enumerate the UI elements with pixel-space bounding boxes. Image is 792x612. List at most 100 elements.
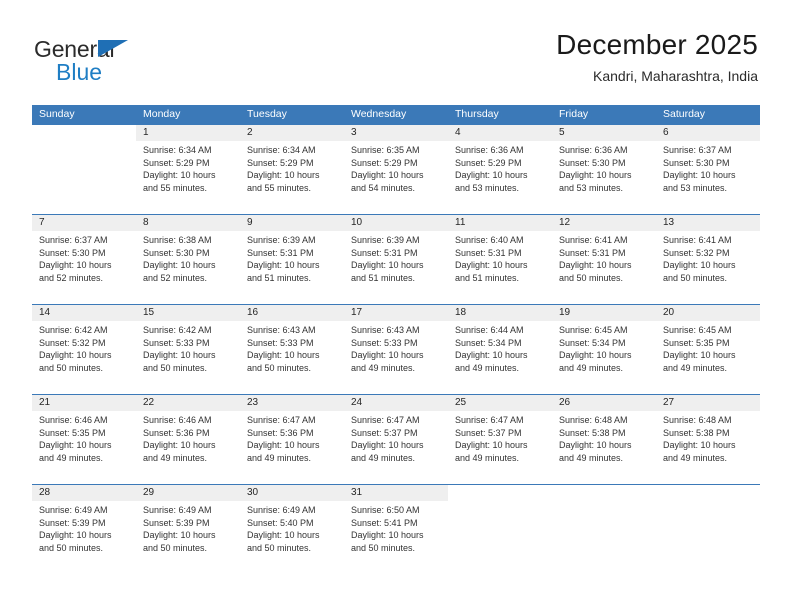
day-cell[interactable]: Sunrise: 6:49 AM Sunset: 5:39 PM Daylight:… [32,501,136,567]
day-cell[interactable]: Sunrise: 6:41 AM Sunset: 5:31 PM Daylight:… [552,231,656,297]
day-number[interactable]: 31 [344,485,448,501]
sunrise-text: Sunrise: 6:48 AM [559,415,628,425]
daylight-text-line2: and 53 minutes. [455,182,520,193]
day-number[interactable]: 21 [32,395,136,411]
sunset-text: Sunset: 5:29 PM [143,157,210,168]
day-number[interactable]: 5 [552,125,656,141]
day-number[interactable]: 10 [344,215,448,231]
day-cell[interactable]: Sunrise: 6:34 AM Sunset: 5:29 PM Daylight:… [136,141,240,207]
day-number[interactable]: 9 [240,215,344,231]
sunset-text: Sunset: 5:38 PM [663,427,730,438]
day-number[interactable]: 28 [32,485,136,501]
sunset-text: Sunset: 5:35 PM [663,337,730,348]
calendar-page: General Blue December 2025 Kandri, Mahar… [0,0,792,612]
day-number[interactable]: 6 [656,125,760,141]
week-gap-cell [344,207,448,214]
day-number[interactable]: 2 [240,125,344,141]
day-number[interactable]: 3 [344,125,448,141]
day-number[interactable]: 16 [240,305,344,321]
day-cell[interactable]: Sunrise: 6:43 AM Sunset: 5:33 PM Daylight:… [344,321,448,387]
day-cell[interactable]: Sunrise: 6:41 AM Sunset: 5:32 PM Daylight:… [656,231,760,297]
sunrise-text: Sunrise: 6:49 AM [247,505,316,515]
day-number-row: 123456 [32,125,760,141]
day-cell[interactable]: Sunrise: 6:48 AM Sunset: 5:38 PM Daylight:… [552,411,656,477]
day-number[interactable]: 24 [344,395,448,411]
week-gap-cell [136,477,240,484]
day-cell[interactable]: Sunrise: 6:45 AM Sunset: 5:34 PM Daylight:… [552,321,656,387]
day-number[interactable]: 15 [136,305,240,321]
daylight-text-line2: and 50 minutes. [143,362,208,373]
daylight-text-line1: Daylight: 10 hours [351,440,424,451]
day-detail-row: Sunrise: 6:46 AM Sunset: 5:35 PM Daylight:… [32,411,760,477]
daylight-text-line2: and 50 minutes. [559,272,624,283]
day-number[interactable]: 12 [552,215,656,231]
sunset-text: Sunset: 5:35 PM [39,427,106,438]
daylight-text-line2: and 49 minutes. [351,362,416,373]
sunset-text: Sunset: 5:39 PM [39,517,106,528]
day-cell[interactable]: Sunrise: 6:44 AM Sunset: 5:34 PM Daylight:… [448,321,552,387]
day-cell[interactable]: Sunrise: 6:36 AM Sunset: 5:29 PM Daylight:… [448,141,552,207]
weekday-header-wednesday: Wednesday [344,105,448,124]
day-cell[interactable]: Sunrise: 6:34 AM Sunset: 5:29 PM Daylight:… [240,141,344,207]
day-cell[interactable]: Sunrise: 6:46 AM Sunset: 5:35 PM Daylight:… [32,411,136,477]
day-cell[interactable]: Sunrise: 6:47 AM Sunset: 5:37 PM Daylight:… [344,411,448,477]
daylight-text-line1: Daylight: 10 hours [455,440,528,451]
week-gap-cell [240,297,344,304]
day-cell[interactable]: Sunrise: 6:37 AM Sunset: 5:30 PM Daylight:… [32,231,136,297]
daylight-text-line1: Daylight: 10 hours [247,440,320,451]
day-number[interactable]: 22 [136,395,240,411]
week-gap-cell [344,387,448,394]
day-cell[interactable]: Sunrise: 6:38 AM Sunset: 5:30 PM Daylight:… [136,231,240,297]
day-number[interactable]: 1 [136,125,240,141]
day-cell[interactable]: Sunrise: 6:39 AM Sunset: 5:31 PM Daylight:… [240,231,344,297]
day-number[interactable]: 26 [552,395,656,411]
day-number[interactable]: 17 [344,305,448,321]
day-cell[interactable]: Sunrise: 6:36 AM Sunset: 5:30 PM Daylight:… [552,141,656,207]
daylight-text-line1: Daylight: 10 hours [663,170,736,181]
page-subtitle: Kandri, Maharashtra, India [593,68,758,84]
day-cell[interactable]: Sunrise: 6:40 AM Sunset: 5:31 PM Daylight:… [448,231,552,297]
day-number[interactable]: 25 [448,395,552,411]
day-cell[interactable]: Sunrise: 6:49 AM Sunset: 5:40 PM Daylight:… [240,501,344,567]
day-cell[interactable]: Sunrise: 6:37 AM Sunset: 5:30 PM Daylight:… [656,141,760,207]
day-number[interactable]: 11 [448,215,552,231]
day-cell[interactable]: Sunrise: 6:47 AM Sunset: 5:36 PM Daylight:… [240,411,344,477]
day-cell[interactable]: Sunrise: 6:42 AM Sunset: 5:32 PM Daylight:… [32,321,136,387]
day-number[interactable]: 23 [240,395,344,411]
day-cell[interactable]: Sunrise: 6:39 AM Sunset: 5:31 PM Daylight:… [344,231,448,297]
sunset-text: Sunset: 5:32 PM [663,247,730,258]
day-cell[interactable]: Sunrise: 6:45 AM Sunset: 5:35 PM Daylight:… [656,321,760,387]
day-number[interactable]: 19 [552,305,656,321]
daylight-text-line1: Daylight: 10 hours [247,260,320,271]
sunset-text: Sunset: 5:34 PM [455,337,522,348]
day-cell[interactable]: Sunrise: 6:49 AM Sunset: 5:39 PM Daylight:… [136,501,240,567]
daylight-text-line1: Daylight: 10 hours [455,350,528,361]
day-number[interactable]: 7 [32,215,136,231]
daylight-text-line1: Daylight: 10 hours [351,350,424,361]
day-cell-empty [656,501,760,567]
daylight-text-line1: Daylight: 10 hours [143,530,216,541]
day-number[interactable]: 20 [656,305,760,321]
day-number[interactable]: 27 [656,395,760,411]
daylight-text-line1: Daylight: 10 hours [559,440,632,451]
day-cell[interactable]: Sunrise: 6:48 AM Sunset: 5:38 PM Daylight:… [656,411,760,477]
day-number[interactable]: 8 [136,215,240,231]
sunrise-text: Sunrise: 6:41 AM [559,235,628,245]
day-number[interactable]: 29 [136,485,240,501]
day-number[interactable]: 30 [240,485,344,501]
sunset-text: Sunset: 5:37 PM [351,427,418,438]
day-cell[interactable]: Sunrise: 6:35 AM Sunset: 5:29 PM Daylight:… [344,141,448,207]
day-number[interactable]: 4 [448,125,552,141]
day-number[interactable]: 14 [32,305,136,321]
day-number[interactable]: 18 [448,305,552,321]
sunrise-text: Sunrise: 6:46 AM [143,415,212,425]
day-cell[interactable]: Sunrise: 6:42 AM Sunset: 5:33 PM Daylight:… [136,321,240,387]
day-cell[interactable]: Sunrise: 6:43 AM Sunset: 5:33 PM Daylight:… [240,321,344,387]
day-cell[interactable]: Sunrise: 6:50 AM Sunset: 5:41 PM Daylight:… [344,501,448,567]
daylight-text-line1: Daylight: 10 hours [559,350,632,361]
day-cell[interactable]: Sunrise: 6:46 AM Sunset: 5:36 PM Daylight:… [136,411,240,477]
day-number[interactable]: 13 [656,215,760,231]
logo[interactable]: General Blue [34,36,164,92]
daylight-text-line1: Daylight: 10 hours [559,260,632,271]
day-cell[interactable]: Sunrise: 6:47 AM Sunset: 5:37 PM Daylight:… [448,411,552,477]
